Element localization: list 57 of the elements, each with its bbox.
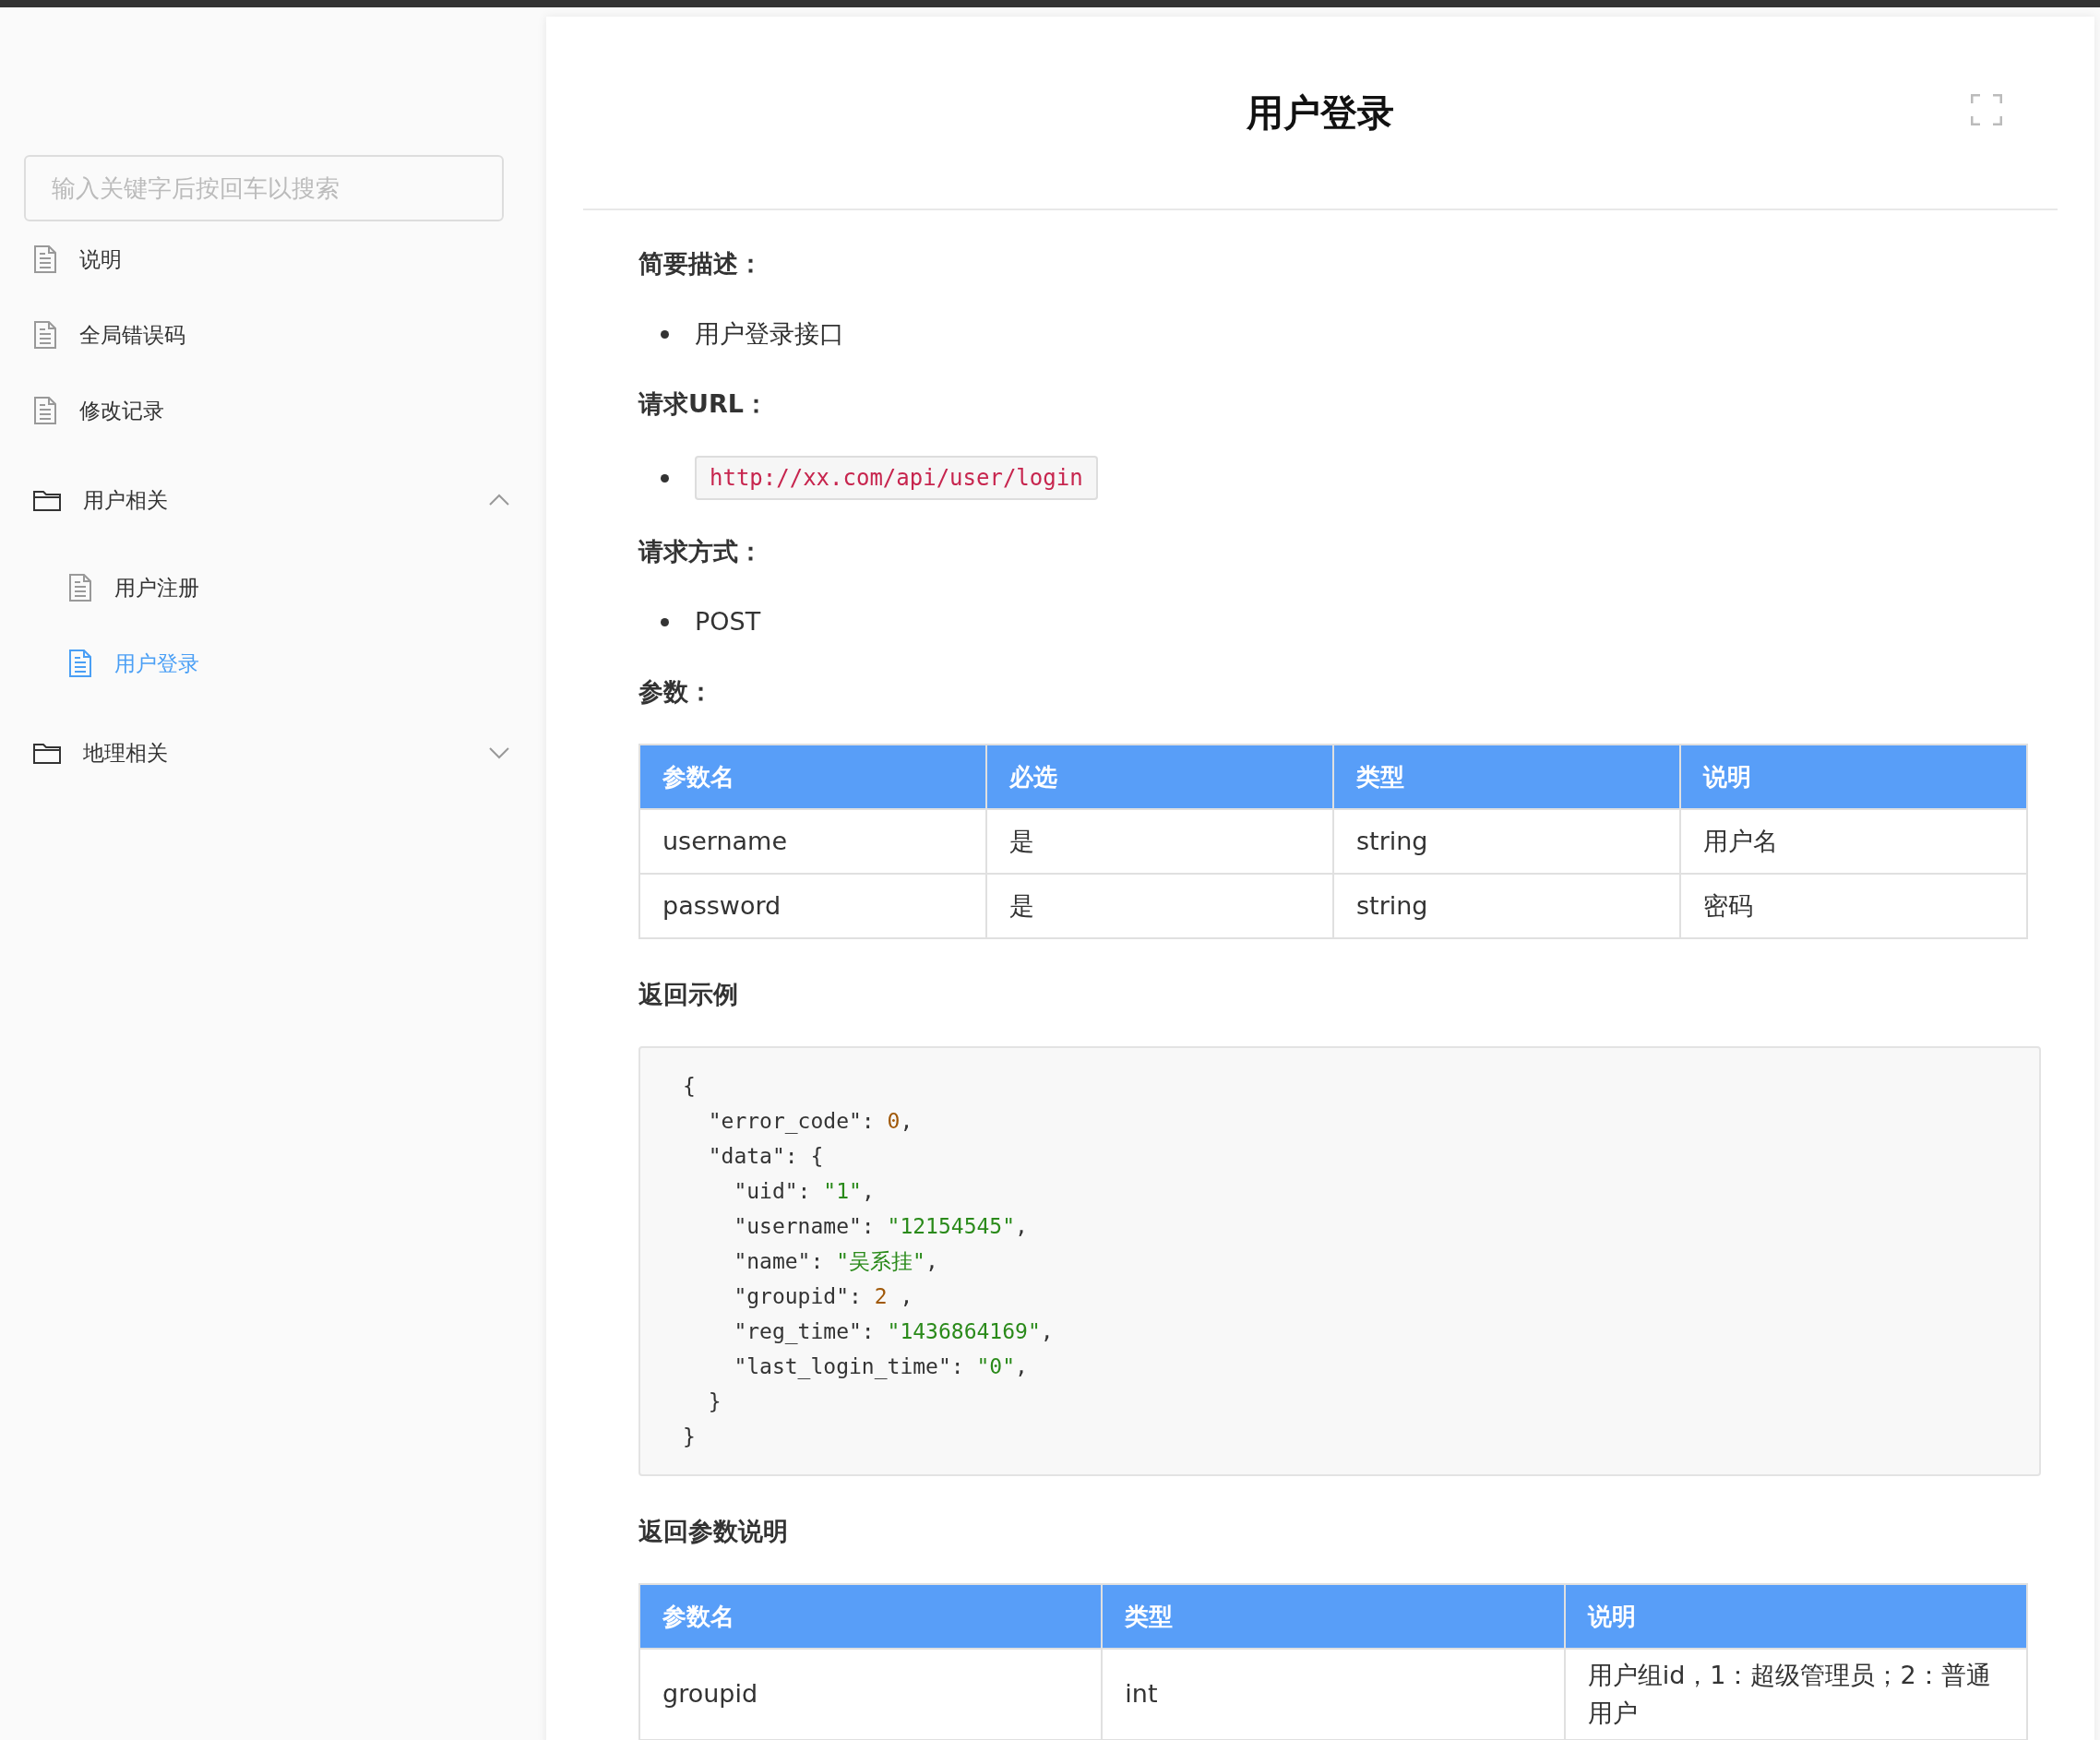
document-icon: [33, 397, 57, 424]
section-heading: 请求URL：: [638, 388, 770, 420]
code-line: }: [707, 1388, 722, 1415]
document-icon: [68, 574, 92, 602]
search-field[interactable]: 输入关键字后按回车以搜索: [24, 155, 504, 221]
column-header: 类型: [1102, 1584, 1565, 1649]
column-header: 说明: [1564, 1584, 2027, 1649]
section-heading: 返回示例: [638, 979, 739, 1010]
document-icon: [68, 650, 92, 677]
bullet-icon: [661, 329, 669, 339]
bullet-text: POST: [695, 606, 761, 638]
column-header: 参数名: [639, 1584, 1103, 1649]
table-cell: string: [1333, 809, 1680, 874]
table-cell: password: [639, 874, 986, 938]
bullet-text: 用户登录接口: [695, 318, 844, 350]
url-code: http://xx.com/api/user/login: [695, 456, 1098, 500]
table-cell: string: [1333, 874, 1680, 938]
table-cell: username: [639, 809, 986, 874]
code-line: "uid": "1",: [733, 1178, 875, 1205]
code-line: "data": {: [707, 1143, 824, 1170]
table-cell: 用户名: [1680, 809, 2027, 874]
page-title: 用户登录: [1247, 90, 1394, 135]
fullscreen-icon[interactable]: [1971, 94, 2002, 125]
table-cell: 密码: [1680, 874, 2027, 938]
table-cell: groupid: [639, 1649, 1103, 1740]
folder-icon: [33, 489, 61, 511]
column-header: 参数名: [639, 745, 986, 809]
column-header: 说明: [1680, 745, 2027, 809]
nav-item[interactable]: 全局错误码: [24, 297, 519, 373]
column-header: 类型: [1333, 745, 1680, 809]
section-heading: 简要描述：: [638, 248, 764, 280]
section-heading: 参数：: [638, 676, 714, 708]
table-cell: 是: [986, 874, 1333, 938]
code-line: "name": "吴系挂",: [733, 1248, 938, 1275]
document-icon: [33, 245, 57, 273]
code-line: "groupid": 2 ,: [733, 1283, 913, 1310]
table-cell: 是: [986, 809, 1333, 874]
folder-item[interactable]: 地理相关: [24, 710, 519, 795]
section-heading: 返回参数说明: [638, 1516, 789, 1547]
code-line: "error_code": 0,: [707, 1108, 913, 1136]
code-line: "last_login_time": "0",: [733, 1353, 1028, 1381]
nav-item[interactable]: 说明: [24, 221, 519, 297]
bullet-icon: [661, 617, 669, 626]
section-heading: 请求方式：: [638, 536, 764, 567]
document-icon: [33, 321, 57, 349]
table-cell: int: [1102, 1649, 1565, 1740]
folder-item[interactable]: 用户相关: [24, 458, 519, 542]
column-header: 必选: [986, 745, 1333, 809]
table-cell: 用户组id，1：超级管理员；2：普通用户: [1564, 1649, 2027, 1740]
code-line: "reg_time": "1436864169",: [733, 1318, 1054, 1346]
bullet-icon: [661, 473, 669, 483]
code-line: {: [683, 1073, 696, 1100]
nav-item[interactable]: 修改记录: [24, 373, 519, 448]
nav-item[interactable]: 用户注册: [24, 550, 519, 626]
code-line: }: [683, 1424, 696, 1450]
code-line: "username": "12154545",: [733, 1213, 1028, 1240]
folder-icon: [33, 742, 61, 764]
